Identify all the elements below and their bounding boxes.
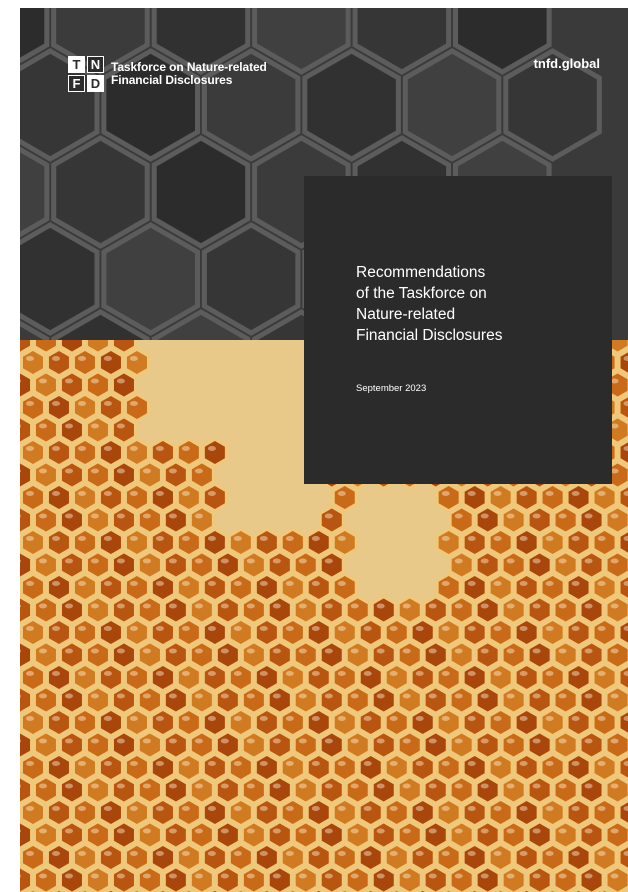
title-panel: Recommendations of the Taskforce on Natu…: [304, 176, 612, 484]
report-title: Recommendations of the Taskforce on Natu…: [356, 262, 586, 346]
logo-letter-d: D: [87, 75, 104, 92]
title-line-1: Recommendations: [356, 264, 486, 281]
logo-letter-t: T: [68, 56, 85, 73]
logo-wordmark: Taskforce on Nature-related Financial Di…: [111, 61, 267, 87]
title-line-2: of the Taskforce on: [356, 285, 487, 302]
publication-date: September 2023: [356, 383, 427, 394]
logo-line-2: Financial Disclosures: [111, 73, 233, 87]
logo-letter-n: N: [87, 56, 104, 73]
logo-letter-f: F: [68, 75, 85, 92]
logo-mark: T N F D: [68, 56, 104, 92]
title-line-4: Financial Disclosures: [356, 327, 503, 344]
tnfd-logo: T N F D Taskforce on Nature-related Fina…: [68, 56, 267, 92]
title-line-3: Nature-related: [356, 306, 456, 323]
website-url: tnfd.global: [533, 56, 600, 71]
cover: T N F D Taskforce on Nature-related Fina…: [20, 8, 628, 892]
report-cover-page: T N F D Taskforce on Nature-related Fina…: [0, 0, 628, 892]
